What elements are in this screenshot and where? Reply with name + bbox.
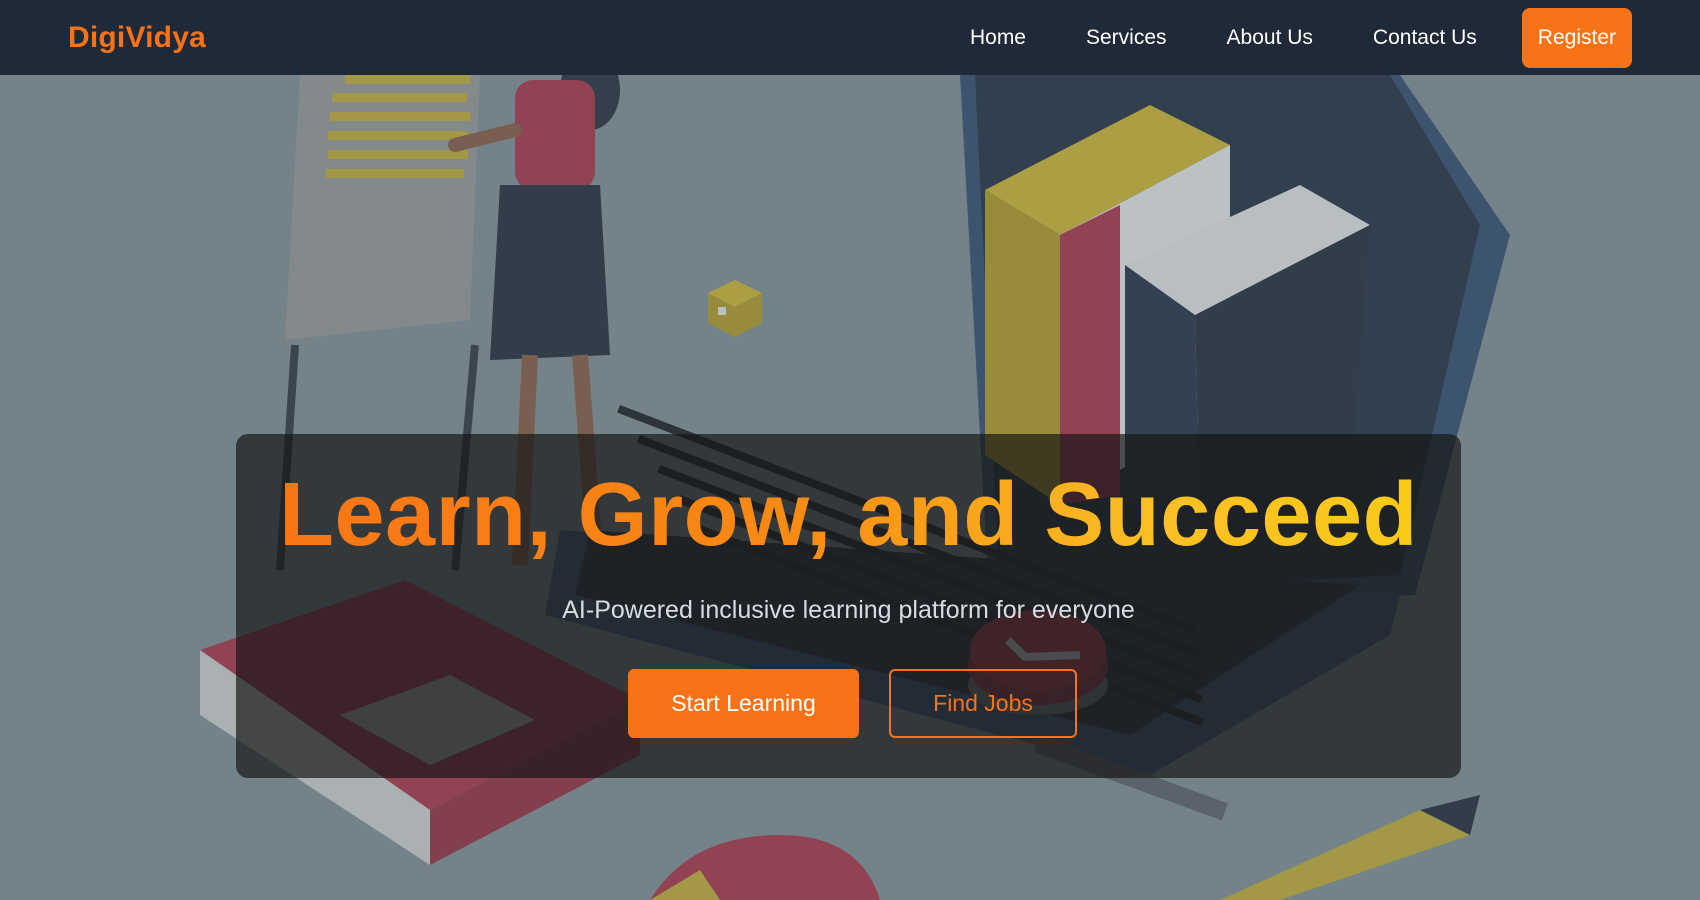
nav-link-contact-us[interactable]: Contact Us: [1343, 26, 1507, 50]
start-learning-button[interactable]: Start Learning: [628, 669, 859, 738]
hero-section: Learn, Grow, and Succeed AI-Powered incl…: [0, 75, 1700, 900]
brand-logo[interactable]: DigiVidya: [68, 21, 206, 55]
find-jobs-button[interactable]: Find Jobs: [889, 669, 1077, 738]
register-button[interactable]: Register: [1521, 7, 1632, 68]
nav-link-home[interactable]: Home: [940, 26, 1056, 50]
hero-headline: Learn, Grow, and Succeed: [236, 470, 1461, 560]
nav-link-services[interactable]: Services: [1056, 26, 1197, 50]
hero-subtitle: AI-Powered inclusive learning platform f…: [562, 596, 1135, 624]
top-navbar: DigiVidya Home Services About Us Contact…: [0, 0, 1700, 75]
hero-cta-row: Start Learning Find Jobs: [236, 669, 1461, 738]
nav-link-about-us[interactable]: About Us: [1197, 26, 1343, 50]
hero-card: Learn, Grow, and Succeed AI-Powered incl…: [236, 434, 1461, 778]
nav-links: Home Services About Us Contact Us Regist…: [940, 7, 1632, 68]
